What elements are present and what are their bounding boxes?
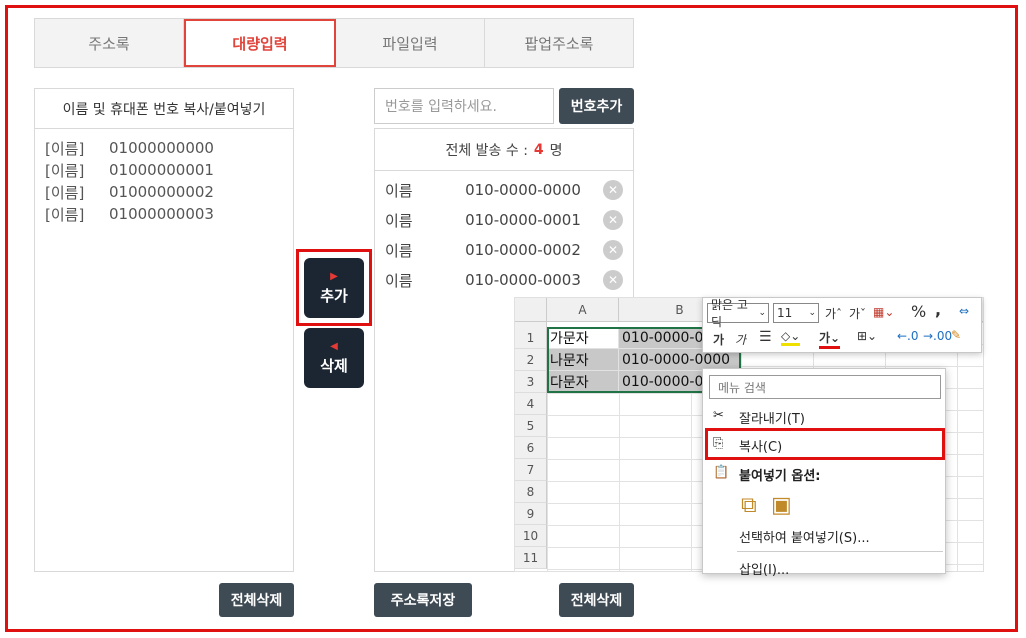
- format-painter-icon[interactable]: ✎: [951, 328, 961, 342]
- recipient-row: 이름 010-0000-0003 ✕: [375, 265, 633, 295]
- percent-icon[interactable]: %: [911, 302, 926, 321]
- row-header[interactable]: 11: [515, 547, 547, 569]
- row-header[interactable]: 1: [515, 327, 547, 349]
- fill-color-icon[interactable]: ◇⌄: [781, 329, 801, 346]
- align-center-icon[interactable]: ☰: [759, 329, 772, 345]
- add-number-button[interactable]: 번호추가: [559, 88, 634, 124]
- select-all-corner[interactable]: [515, 298, 547, 322]
- paste-row: [이름] 01000000001: [45, 161, 214, 180]
- font-color-icon[interactable]: 가⌄: [819, 329, 841, 349]
- copy-item-highlight: [705, 428, 945, 460]
- decrease-font-icon[interactable]: 가ˇ: [849, 305, 866, 322]
- borders-icon[interactable]: ⊞⌄: [857, 329, 877, 343]
- increase-font-icon[interactable]: 가ˆ: [825, 305, 842, 322]
- add-button-highlight: [296, 249, 372, 326]
- menu-item-paste-options: 📋 붙여넣기 옵션:: [713, 465, 821, 484]
- right-clear-all-button[interactable]: 전체삭제: [559, 583, 634, 617]
- context-menu: 메뉴 검색 ✂ 잘라내기(T) ⎘ 복사(C) 📋 붙여넣기 옵션: ⧉ ▣ 선택하여…: [702, 368, 946, 578]
- menu-item-paste-special[interactable]: 선택하여 붙여넣기(S)...: [703, 523, 945, 549]
- paste-list: [이름] 01000000000 [이름] 01000000001 [이름] 0100…: [35, 129, 293, 233]
- scissors-icon: ✂: [713, 408, 724, 423]
- bold-icon[interactable]: 가: [713, 331, 724, 348]
- remove-icon[interactable]: ✕: [603, 270, 623, 290]
- menu-item-insert[interactable]: 삽입(I)...: [703, 555, 945, 581]
- row-header[interactable]: 4: [515, 393, 547, 415]
- comma-icon[interactable]: ,: [935, 300, 941, 319]
- tab-file-input[interactable]: 파일입력: [336, 19, 485, 67]
- tab-popup-address-book[interactable]: 팝업주소록: [485, 19, 633, 67]
- paste-row: [이름] 01000000002: [45, 183, 214, 202]
- remove-icon[interactable]: ✕: [603, 210, 623, 230]
- row-header[interactable]: 3: [515, 371, 547, 393]
- paste-area[interactable]: 이름 및 휴대폰 번호 복사/붙여넣기 [이름] 01000000000 [이름]…: [34, 88, 294, 572]
- tab-address-book[interactable]: 주소록: [35, 19, 184, 67]
- recipient-count: 전체 발송 수 : 4 명: [375, 129, 633, 171]
- recipient-count-value: 4: [533, 141, 544, 158]
- save-address-book-button[interactable]: 주소록저장: [374, 583, 472, 617]
- font-size-select[interactable]: 11 ⌄: [773, 303, 819, 323]
- clipboard-icon: 📋: [713, 465, 730, 480]
- remove-icon[interactable]: ✕: [603, 240, 623, 260]
- row-header[interactable]: 6: [515, 437, 547, 459]
- column-header-a[interactable]: A: [547, 298, 619, 322]
- paste-icon[interactable]: ⧉: [741, 493, 757, 518]
- left-clear-all-button[interactable]: 전체삭제: [219, 583, 294, 617]
- row-header-gap: [515, 322, 547, 327]
- menu-divider: [737, 551, 943, 552]
- paste-values-icon[interactable]: ▣: [771, 493, 792, 518]
- phone-number-input[interactable]: 번호를 입력하세요.: [374, 88, 554, 124]
- chevron-down-icon: ⌄: [808, 308, 816, 318]
- row-header[interactable]: 7: [515, 459, 547, 481]
- chevron-down-icon: ⌄: [758, 308, 766, 318]
- recipient-row: 이름 010-0000-0000 ✕: [375, 175, 633, 205]
- remove-icon[interactable]: ✕: [603, 180, 623, 200]
- wrap-icon[interactable]: ⇔: [959, 304, 969, 318]
- row-header[interactable]: 10: [515, 525, 547, 547]
- recipient-row: 이름 010-0000-0001 ✕: [375, 205, 633, 235]
- recipient-row: 이름 010-0000-0002 ✕: [375, 235, 633, 265]
- decrease-decimal-icon[interactable]: ←.0: [897, 329, 919, 343]
- arrow-left-icon: ◀: [330, 340, 338, 352]
- delete-button-label: 삭제: [320, 356, 348, 375]
- grid-line: [619, 393, 620, 571]
- menu-search-input[interactable]: 메뉴 검색: [709, 375, 941, 399]
- paste-area-heading: 이름 및 휴대폰 번호 복사/붙여넣기: [35, 89, 293, 129]
- row-header[interactable]: 9: [515, 503, 547, 525]
- row-header[interactable]: 5: [515, 415, 547, 437]
- paste-row: [이름] 01000000003: [45, 205, 214, 224]
- italic-icon[interactable]: 가: [735, 331, 746, 348]
- increase-decimal-icon[interactable]: →.00: [923, 329, 952, 343]
- row-header[interactable]: 2: [515, 349, 547, 371]
- mini-toolbar: 맑은 고딕 ⌄ 11 ⌄ 가ˆ 가ˇ ▦⌄ % , ⇔ 가 가 ☰ ◇⌄ 가⌄ ⊞⌄…: [702, 297, 982, 353]
- font-name-select[interactable]: 맑은 고딕 ⌄: [707, 298, 769, 329]
- menu-item-cut[interactable]: ✂ 잘라내기(T): [703, 404, 945, 430]
- delete-button[interactable]: ◀ 삭제: [304, 328, 364, 388]
- accounting-format-icon[interactable]: ▦⌄: [873, 305, 894, 319]
- paste-row: [이름] 01000000000: [45, 139, 214, 158]
- row-header[interactable]: 8: [515, 481, 547, 503]
- tab-bulk-input[interactable]: 대량입력: [184, 19, 336, 67]
- tab-bar: 주소록 대량입력 파일입력 팝업주소록: [34, 18, 634, 68]
